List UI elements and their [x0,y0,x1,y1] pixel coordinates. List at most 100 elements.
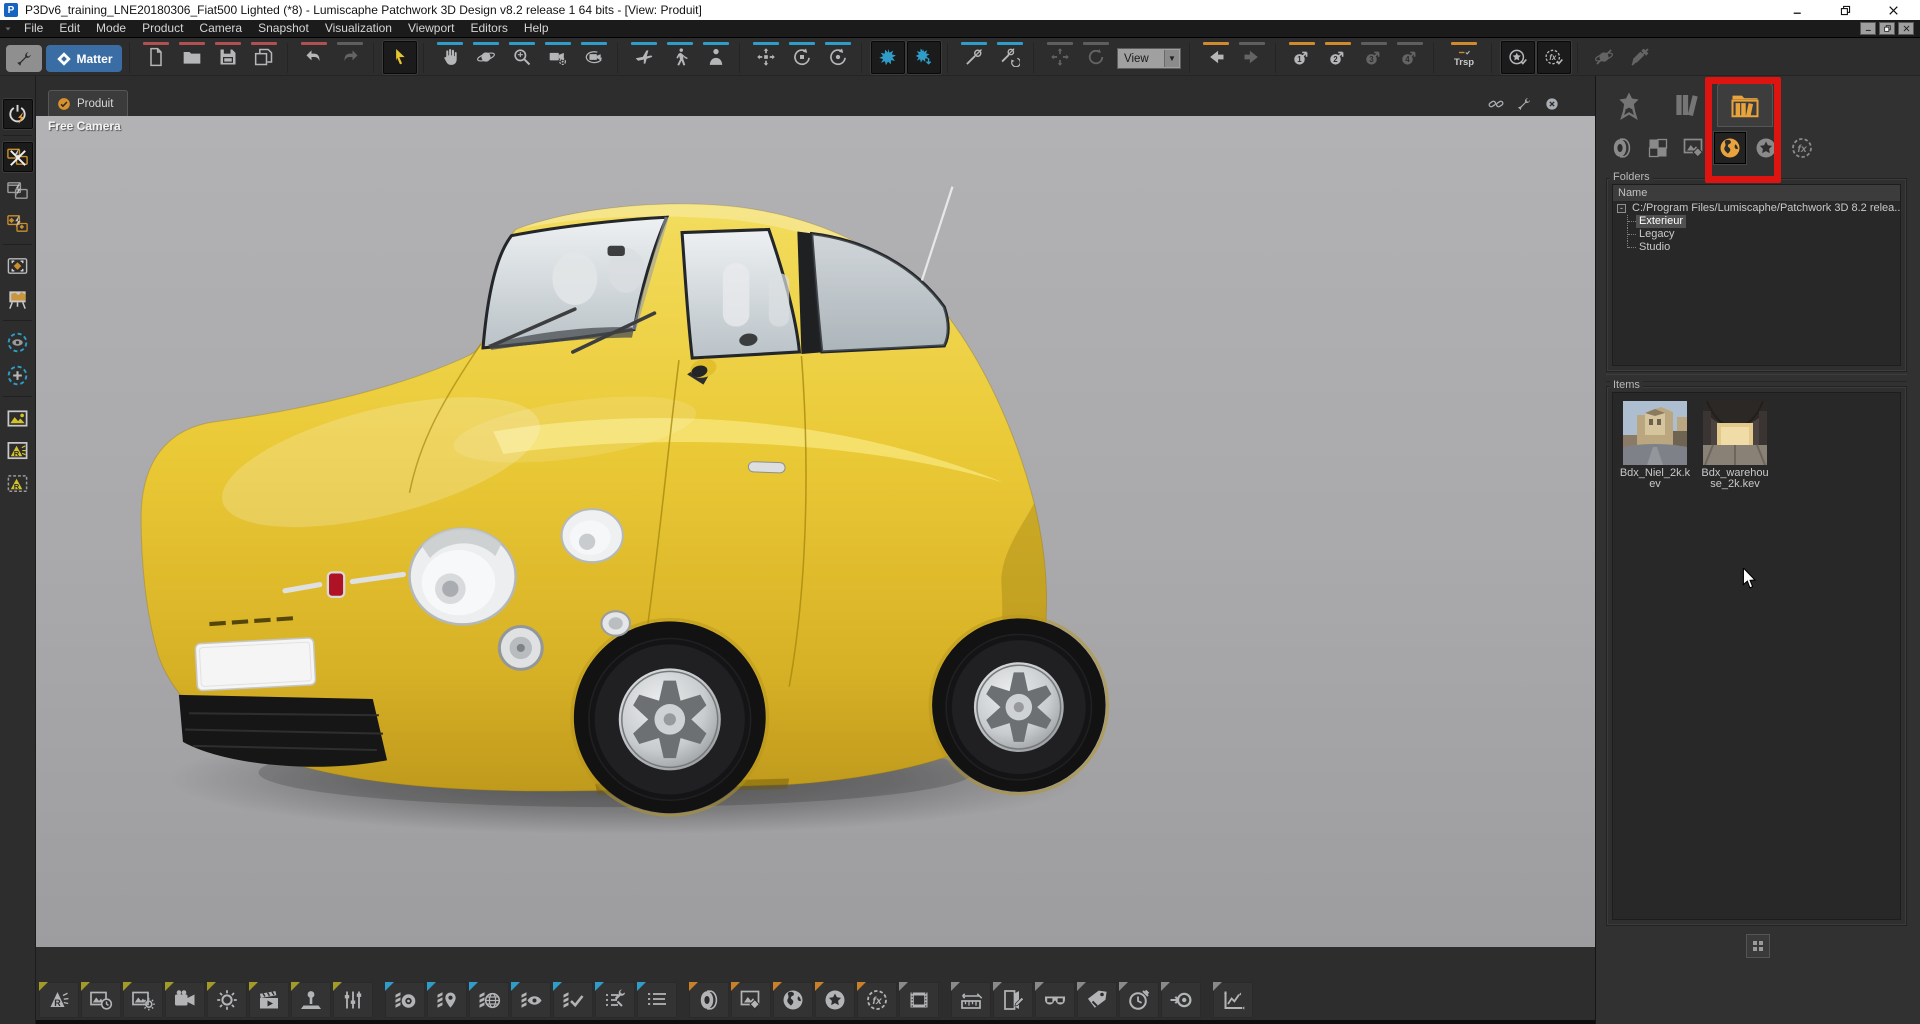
show-effects-button[interactable]: fx [1537,41,1571,74]
mdi-minimize-button[interactable] [1860,22,1876,35]
pedestrian-mode-button[interactable] [699,41,733,74]
lighting-editor-button[interactable] [207,982,247,1018]
select-tool-button[interactable] [383,41,417,74]
previous-configuration-button[interactable] [1199,41,1233,74]
tab-shapes[interactable] [1602,84,1656,126]
tab-database[interactable] [1718,84,1772,126]
orbit-tool-button[interactable] [469,41,503,74]
folder-item-studio[interactable]: Studio [1613,241,1900,254]
measure-tool-button[interactable] [951,982,991,1018]
add-helper-button[interactable] [3,360,33,390]
snapshot-image-button[interactable] [3,403,33,433]
effects-library-button[interactable]: fx [857,982,897,1018]
snap-rotate-button[interactable] [993,41,1027,74]
library-item-bdx_warehouse_2k.kev[interactable]: Bdx_warehouse_2k.kev [1699,401,1771,490]
open-button[interactable] [175,41,209,74]
capture-product-button[interactable] [3,251,33,281]
interaction-editor-button[interactable] [291,982,331,1018]
mdi-close-button[interactable] [1898,22,1914,35]
portal-editor-button[interactable] [993,982,1033,1018]
menu-snapshot[interactable]: Snapshot [250,20,317,37]
folder-item-exterieur[interactable]: Exterieur [1613,215,1900,228]
save-copy-button[interactable] [247,41,281,74]
settings-editor-button[interactable] [333,982,373,1018]
rotate-camera-button[interactable] [821,41,855,74]
environments-library-button[interactable] [773,982,813,1018]
walk-mode-button[interactable] [663,41,697,74]
video-editor-button[interactable] [165,982,205,1018]
menu-editors[interactable]: Editors [462,20,515,37]
menu-viewport[interactable]: Viewport [400,20,462,37]
filter-effects[interactable]: fx [1786,132,1818,164]
transparency-button[interactable]: Trsp [1443,41,1485,74]
zoom-tool-button[interactable] [505,41,539,74]
new-document-button[interactable] [139,41,173,74]
textures-library-button[interactable] [731,982,771,1018]
menu-product[interactable]: Product [134,20,191,37]
realtime-lighting-button[interactable] [3,99,33,129]
visibility-layer-button[interactable] [511,982,551,1018]
configuration-rules-button[interactable] [595,982,635,1018]
view-settings-button[interactable] [1516,96,1532,117]
render-editor-button[interactable]: R [39,982,79,1018]
layer-1-button[interactable]: 1 [1285,41,1319,74]
render-window-button[interactable] [3,175,33,205]
tree-header-name[interactable]: Name [1613,185,1900,202]
image-settings-button[interactable] [123,982,163,1018]
next-configuration-button[interactable] [1235,41,1269,74]
save-button[interactable] [211,41,245,74]
render-window-disabled-button[interactable] [3,142,33,172]
filter-textures[interactable] [1642,132,1674,164]
environments-layer-button[interactable] [469,982,509,1018]
show-helpers-button[interactable] [3,327,33,357]
filter-images[interactable] [1678,132,1710,164]
move-gizmo-button[interactable] [1043,41,1077,74]
tab-library[interactable] [1660,84,1714,126]
render-image-batch-button[interactable]: R [3,469,33,499]
menu-file[interactable]: File [16,20,51,37]
camera-orbit-button[interactable] [577,41,611,74]
grid-view-button[interactable] [1746,934,1770,958]
toolbar-grip-icon[interactable] [0,24,16,34]
library-item-bdx_niel_2k.kev[interactable]: Bdx_Niel_2k.kev [1619,401,1691,490]
presentation-screen-button[interactable] [3,284,33,314]
paint-off-button[interactable] [1623,41,1657,74]
panel-splitter[interactable] [1606,374,1907,382]
environment-off-button[interactable] [1587,41,1621,74]
layer-4-button[interactable]: 4 [1393,41,1427,74]
close-button[interactable] [1880,1,1906,19]
positions-layer-button[interactable] [427,982,467,1018]
statistics-button[interactable] [1213,982,1253,1018]
pan-tool-button[interactable] [433,41,467,74]
animation-editor-button[interactable] [249,982,289,1018]
mdi-restore-button[interactable] [1879,22,1895,35]
folders-tree[interactable]: Name - C:/Program Files/Lumiscaphe/Patch… [1612,184,1901,366]
view-camera-select[interactable]: View▼ [1117,48,1181,69]
postprocess-library-button[interactable] [899,982,939,1018]
redo-button[interactable] [333,41,367,74]
animation-images-button[interactable] [81,982,121,1018]
tags-editor-button[interactable] [1077,982,1117,1018]
render-window-products-button[interactable] [3,208,33,238]
link-view-button[interactable] [1488,96,1504,117]
menu-visualization[interactable]: Visualization [317,20,400,37]
fly-mode-button[interactable] [627,41,661,74]
rotate-gizmo-button[interactable] [1079,41,1113,74]
filter-materials[interactable] [1606,132,1638,164]
tab-produit[interactable]: Produit [48,90,128,116]
restore-button[interactable] [1832,1,1858,19]
stereo-settings-button[interactable] [1035,982,1075,1018]
minimize-button[interactable] [1784,1,1810,19]
target-camera-button[interactable] [1161,982,1201,1018]
close-view-button[interactable] [1544,96,1560,117]
tree-expander-icon[interactable]: - [1617,204,1626,213]
matter-mode-button[interactable]: Matter [46,45,122,72]
configuration-list-button[interactable] [637,982,677,1018]
layer-3-button[interactable]: 3 [1357,41,1391,74]
menu-mode[interactable]: Mode [88,20,134,37]
render-image-button[interactable]: R [3,436,33,466]
menu-camera[interactable]: Camera [191,20,250,37]
translate-object-button[interactable] [749,41,783,74]
timer-settings-button[interactable] [1119,982,1159,1018]
filter-sensors[interactable] [1750,132,1782,164]
